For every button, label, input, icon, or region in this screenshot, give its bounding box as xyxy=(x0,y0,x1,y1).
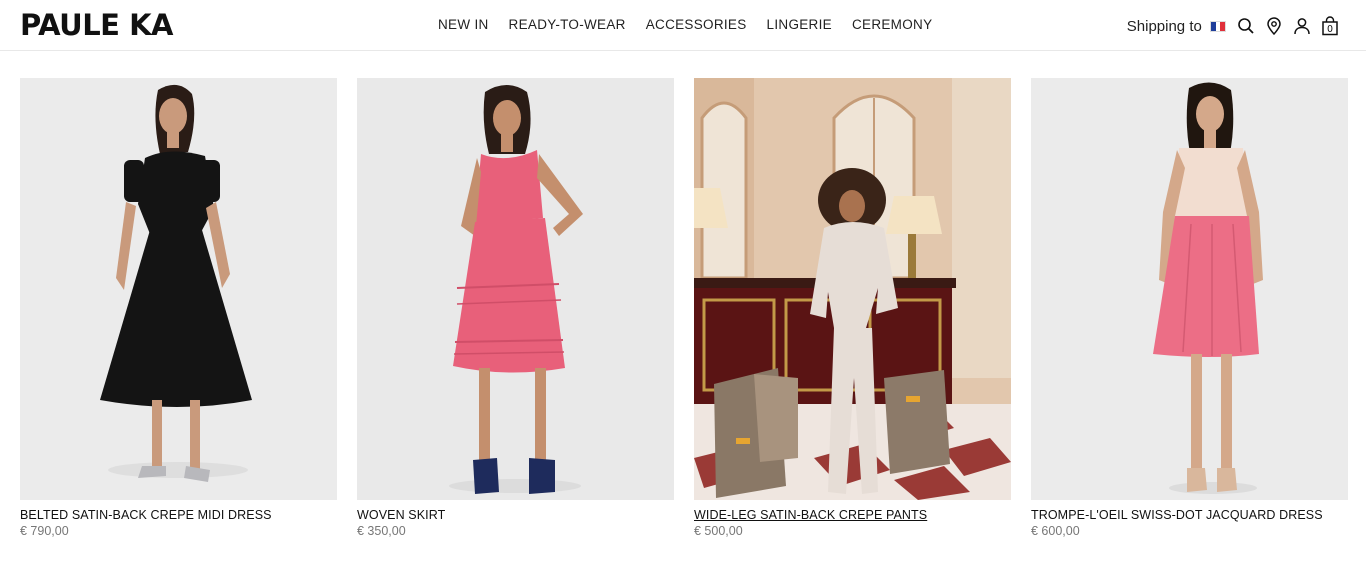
france-flag-icon xyxy=(1210,21,1226,33)
location-pin-icon[interactable] xyxy=(1260,15,1288,37)
product-card[interactable]: TROMPE-L'OEIL SWISS-DOT JACQUARD DRESS €… xyxy=(1031,78,1348,538)
product-price: € 600,00 xyxy=(1031,524,1080,538)
product-card[interactable]: WOVEN SKIRT € 350,00 xyxy=(357,78,674,538)
main-nav: NEW IN READY-TO-WEAR ACCESSORIES LINGERI… xyxy=(438,17,932,32)
header-tools: Shipping to 0 xyxy=(1127,15,1344,37)
product-card[interactable]: BELTED SATIN-BACK CREPE MIDI DRESS € 790… xyxy=(20,78,337,538)
product-price: € 350,00 xyxy=(357,524,406,538)
product-image[interactable] xyxy=(694,78,1011,500)
product-image[interactable] xyxy=(357,78,674,500)
cart-count: 0 xyxy=(1327,24,1333,35)
brand-logo[interactable]: PAULE KA xyxy=(20,8,174,42)
site-header: PAULE KA NEW IN READY-TO-WEAR ACCESSORIE… xyxy=(0,0,1366,51)
product-price: € 500,00 xyxy=(694,524,743,538)
product-image[interactable] xyxy=(1031,78,1348,500)
product-grid: BELTED SATIN-BACK CREPE MIDI DRESS € 790… xyxy=(20,78,1348,538)
bag-icon[interactable]: 0 xyxy=(1316,15,1344,37)
nav-item-lingerie[interactable]: LINGERIE xyxy=(767,17,832,32)
product-name[interactable]: WOVEN SKIRT xyxy=(357,508,674,522)
user-icon[interactable] xyxy=(1288,15,1316,37)
nav-item-ready-to-wear[interactable]: READY-TO-WEAR xyxy=(509,17,626,32)
nav-item-accessories[interactable]: ACCESSORIES xyxy=(646,17,747,32)
product-price: € 790,00 xyxy=(20,524,69,538)
nav-item-new-in[interactable]: NEW IN xyxy=(438,17,489,32)
product-card[interactable]: WIDE-LEG SATIN-BACK CREPE PANTS € 500,00 xyxy=(694,78,1011,538)
product-name[interactable]: WIDE-LEG SATIN-BACK CREPE PANTS xyxy=(694,508,1011,522)
product-name[interactable]: BELTED SATIN-BACK CREPE MIDI DRESS xyxy=(20,508,337,522)
nav-item-ceremony[interactable]: CEREMONY xyxy=(852,17,932,32)
shipping-selector[interactable]: Shipping to xyxy=(1127,18,1232,35)
shipping-label: Shipping to xyxy=(1126,17,1202,35)
product-name[interactable]: TROMPE-L'OEIL SWISS-DOT JACQUARD DRESS xyxy=(1031,508,1348,522)
product-image[interactable] xyxy=(20,78,337,500)
search-icon[interactable] xyxy=(1232,15,1260,37)
